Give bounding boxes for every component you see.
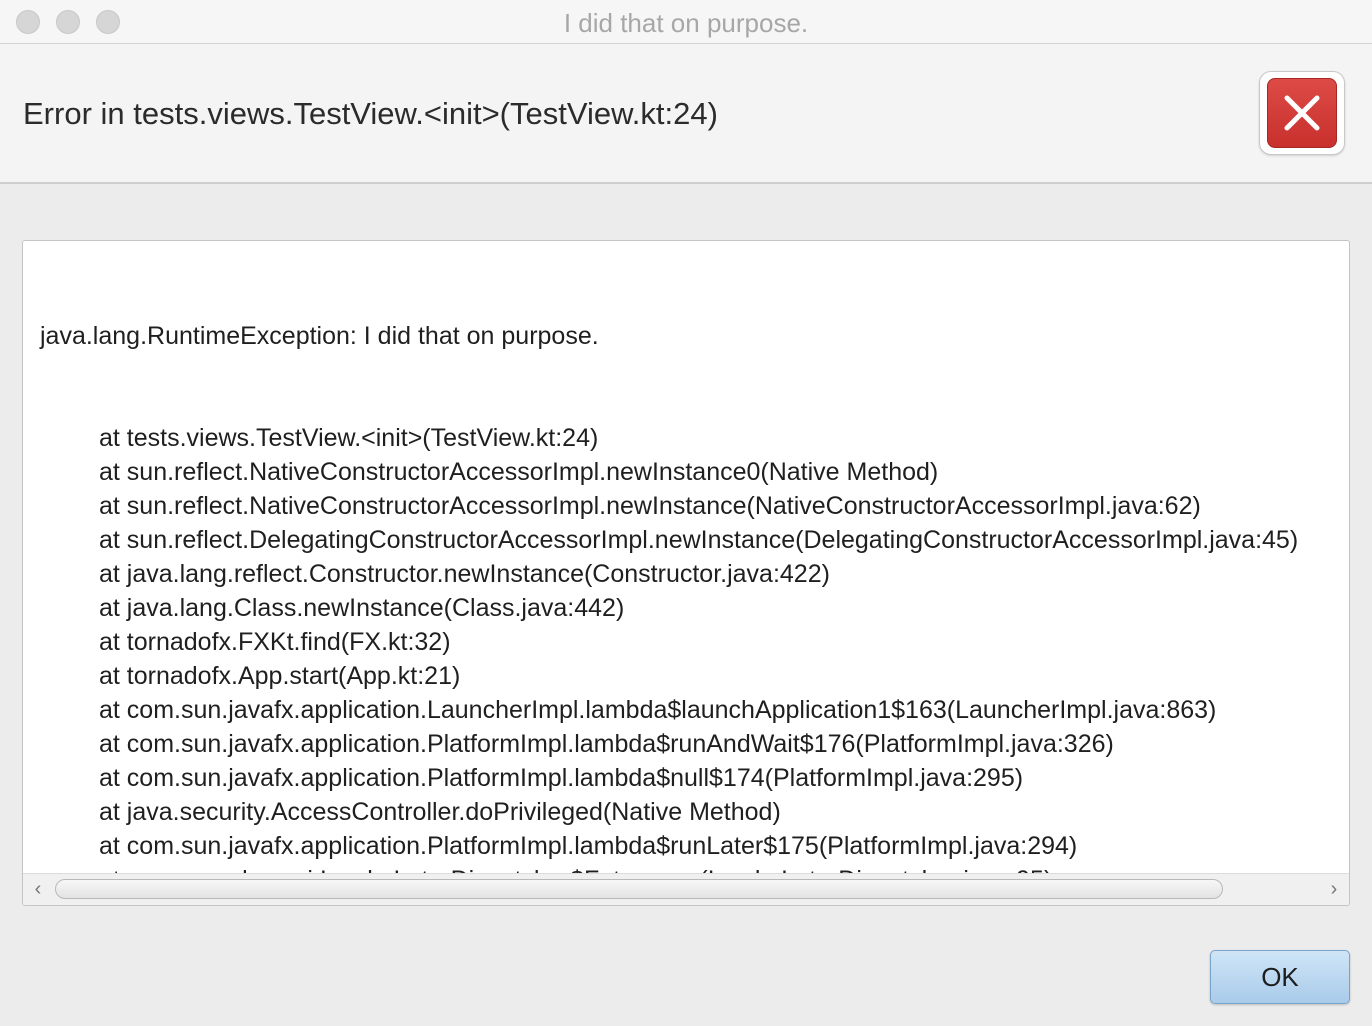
stack-trace-text: java.lang.RuntimeException: I did that o… bbox=[40, 251, 1298, 897]
stack-frame-line: at java.lang.reflect.Constructor.newInst… bbox=[99, 560, 830, 588]
scroll-left-icon[interactable]: ‹ bbox=[27, 878, 49, 900]
stack-frame-line: at com.sun.javafx.application.PlatformIm… bbox=[99, 764, 1024, 792]
stack-frame-line: at java.lang.Class.newInstance(Class.jav… bbox=[99, 594, 625, 622]
title-bar: I did that on purpose. bbox=[0, 0, 1372, 44]
stack-frame-line: at sun.reflect.DelegatingConstructorAcce… bbox=[99, 526, 1299, 554]
ok-button[interactable]: OK bbox=[1210, 950, 1350, 1004]
stack-frame-line: at sun.reflect.NativeConstructorAccessor… bbox=[99, 458, 939, 486]
stack-frame-line: at com.sun.javafx.application.PlatformIm… bbox=[99, 730, 1114, 758]
stack-trace-textarea[interactable]: java.lang.RuntimeException: I did that o… bbox=[22, 240, 1350, 906]
stack-frame-line: at tests.views.TestView.<init>(TestView.… bbox=[99, 424, 599, 452]
stack-frame-line: at tornadofx.App.start(App.kt:21) bbox=[99, 662, 461, 690]
stack-frame-line: at tornadofx.FXKt.find(FX.kt:32) bbox=[99, 628, 451, 656]
scroll-thumb[interactable] bbox=[55, 879, 1223, 899]
stack-frame-line: at com.sun.javafx.application.LauncherIm… bbox=[99, 696, 1217, 724]
dialog-header: Error in tests.views.TestView.<init>(Tes… bbox=[0, 44, 1372, 184]
error-x-icon bbox=[1267, 78, 1337, 148]
stack-frame-line: at java.security.AccessController.doPriv… bbox=[99, 798, 781, 826]
window-title: I did that on purpose. bbox=[563, 8, 809, 38]
stack-frame-line: at sun.reflect.NativeConstructorAccessor… bbox=[99, 492, 1201, 520]
horizontal-scrollbar[interactable]: ‹ › bbox=[23, 873, 1349, 905]
error-icon-frame bbox=[1259, 71, 1345, 155]
error-message: Error in tests.views.TestView.<init>(Tes… bbox=[23, 96, 718, 131]
scroll-right-icon[interactable]: › bbox=[1323, 878, 1345, 900]
exception-line: java.lang.RuntimeException: I did that o… bbox=[40, 322, 599, 350]
stack-frame-line: at com.sun.javafx.application.PlatformIm… bbox=[99, 832, 1078, 860]
